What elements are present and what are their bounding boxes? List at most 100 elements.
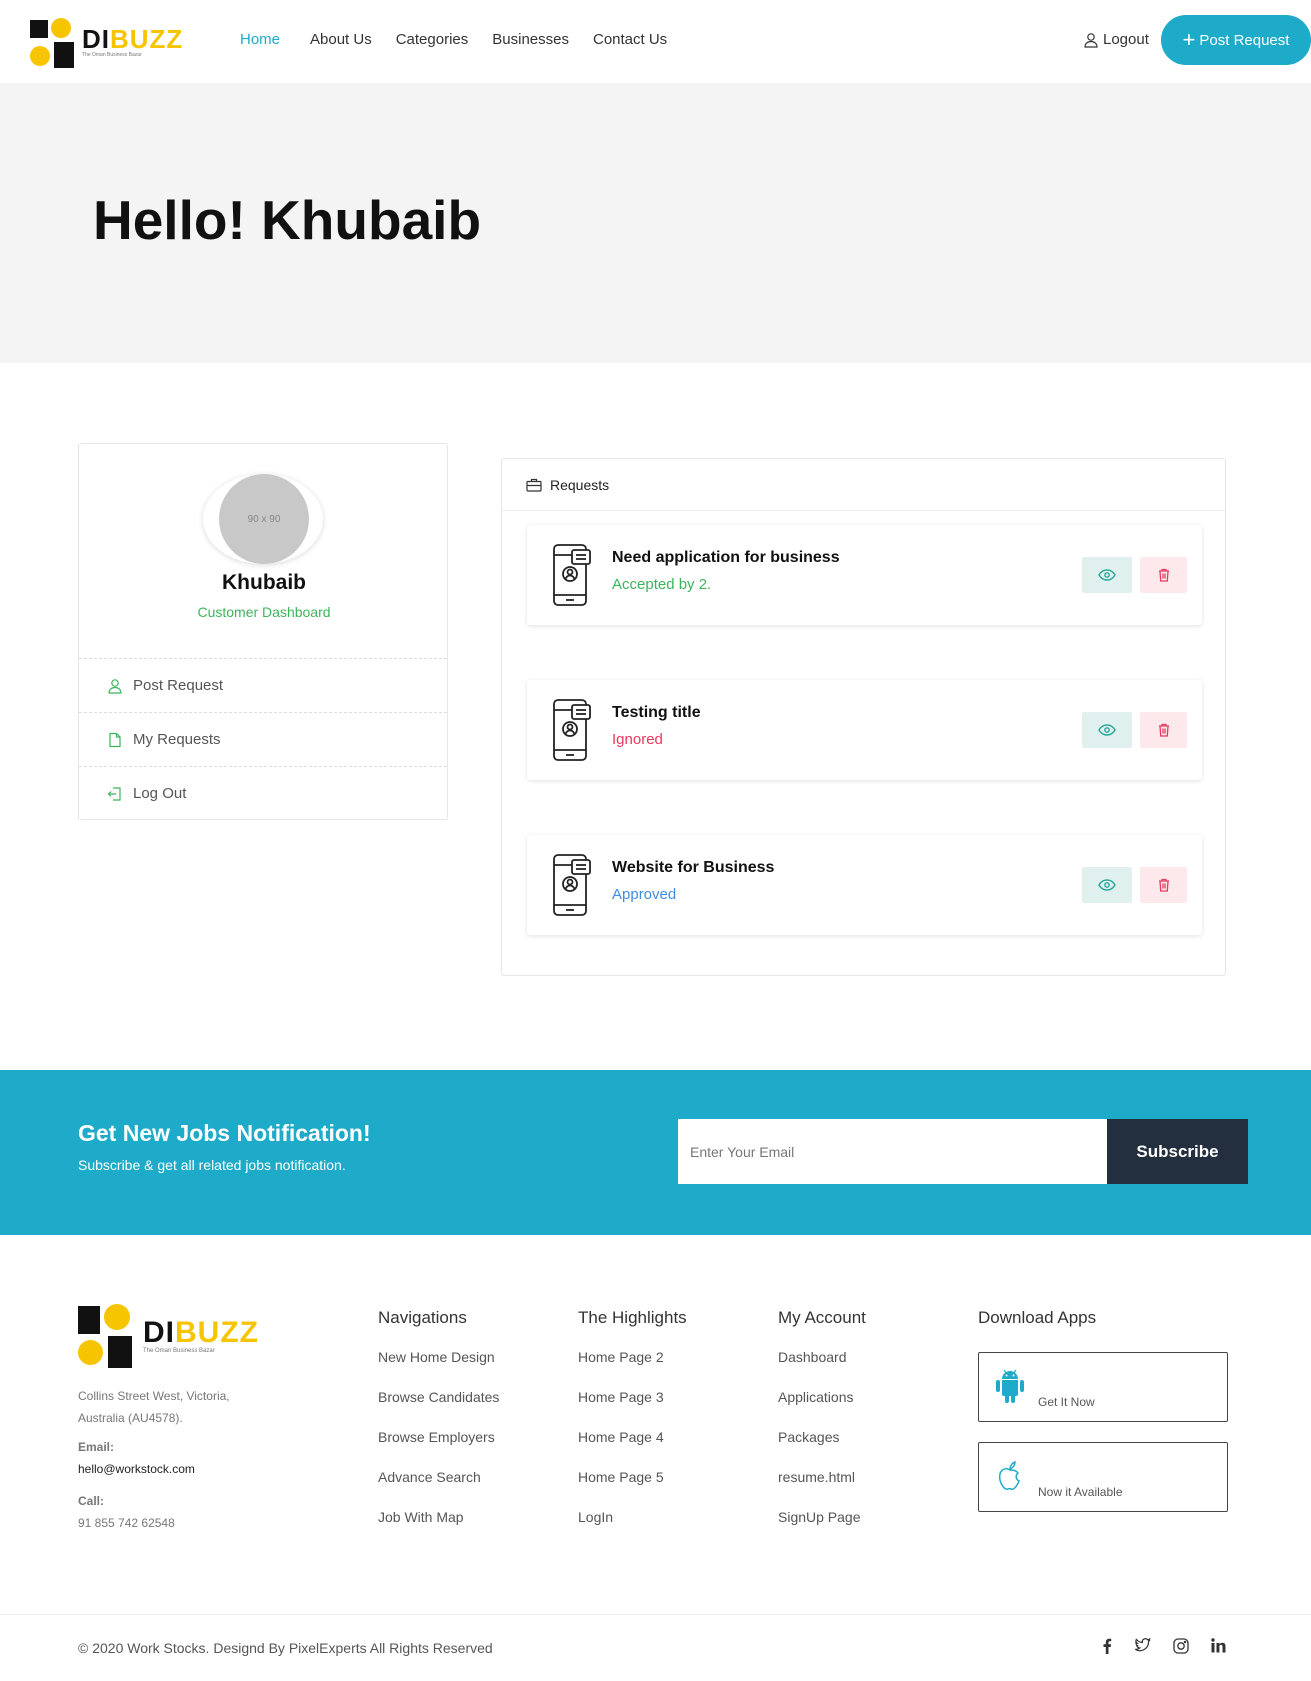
ios-app-button[interactable]: Now it Available bbox=[978, 1442, 1228, 1512]
logo-wordmark: DIBUZZ bbox=[143, 1316, 259, 1349]
footer-link[interactable]: Browse Employers bbox=[378, 1426, 499, 1466]
linkedin-icon[interactable] bbox=[1211, 1638, 1226, 1656]
logout-link[interactable]: Logout bbox=[1083, 31, 1149, 48]
android-app-button[interactable]: Get It Now bbox=[978, 1352, 1228, 1422]
twitter-icon[interactable] bbox=[1134, 1637, 1151, 1655]
menu-item-log-out[interactable]: Log Out bbox=[79, 766, 447, 820]
logo-square bbox=[30, 20, 48, 38]
request-title: Website for Business bbox=[612, 859, 775, 876]
mobile-app-icon bbox=[553, 699, 591, 761]
trash-icon bbox=[1158, 568, 1169, 582]
trash-icon bbox=[1158, 878, 1169, 892]
footer-link[interactable]: Job With Map bbox=[378, 1506, 499, 1546]
logo-square bbox=[54, 42, 74, 68]
view-button[interactable] bbox=[1082, 712, 1132, 748]
delete-button[interactable] bbox=[1140, 867, 1187, 903]
eye-icon bbox=[1098, 569, 1116, 581]
view-button[interactable] bbox=[1082, 867, 1132, 903]
requests-header: Requests bbox=[502, 459, 1225, 511]
footer-link[interactable]: Home Page 3 bbox=[578, 1386, 687, 1426]
request-status: Ignored bbox=[612, 731, 663, 748]
footer-link[interactable]: Packages bbox=[778, 1426, 866, 1466]
mobile-app-icon bbox=[553, 854, 591, 916]
facebook-icon[interactable] bbox=[1102, 1638, 1112, 1657]
user-icon bbox=[108, 678, 122, 694]
post-request-button[interactable]: + Post Request bbox=[1161, 15, 1311, 65]
briefcase-icon bbox=[526, 478, 542, 492]
logo-circle bbox=[104, 1304, 130, 1330]
footer-link[interactable]: Dashboard bbox=[778, 1346, 866, 1386]
footer-link[interactable]: resume.html bbox=[778, 1466, 866, 1506]
nav-contact-us[interactable]: Contact Us bbox=[593, 31, 667, 48]
logout-label: Logout bbox=[1103, 31, 1149, 48]
subscribe-button[interactable]: Subscribe bbox=[1107, 1119, 1248, 1184]
footer-column-my-account: My Account Dashboard Applications Packag… bbox=[778, 1308, 866, 1546]
app-button-label: Get It Now bbox=[1038, 1395, 1095, 1409]
logo-circle bbox=[78, 1340, 103, 1365]
main-nav: Home About Us Categories Businesses Cont… bbox=[240, 31, 691, 48]
footer-link[interactable]: Home Page 5 bbox=[578, 1466, 687, 1506]
nav-categories[interactable]: Categories bbox=[396, 31, 469, 48]
menu-item-post-request[interactable]: Post Request bbox=[79, 658, 447, 712]
footer-email[interactable]: hello@workstock.com bbox=[78, 1462, 195, 1476]
eye-icon bbox=[1098, 879, 1116, 891]
footer-column-highlights: The Highlights Home Page 2 Home Page 3 H… bbox=[578, 1308, 687, 1546]
menu-item-label: Log Out bbox=[133, 785, 187, 802]
footer-column-title: My Account bbox=[778, 1308, 866, 1327]
footer-column-navigations: Navigations New Home Design Browse Candi… bbox=[378, 1308, 499, 1546]
footer-link[interactable]: LogIn bbox=[578, 1506, 687, 1546]
dashboard-menu: Post Request My Requests Log Out bbox=[79, 658, 447, 820]
instagram-icon[interactable] bbox=[1173, 1638, 1189, 1657]
delete-button[interactable] bbox=[1140, 712, 1187, 748]
view-button[interactable] bbox=[1082, 557, 1132, 593]
requests-heading: Requests bbox=[550, 476, 610, 493]
page-title: Hello! Khubaib bbox=[93, 189, 482, 251]
copyright-text: © 2020 Work Stocks. Designd By PixelExpe… bbox=[78, 1640, 493, 1656]
request-title: Testing title bbox=[612, 704, 701, 721]
footer-link[interactable]: Home Page 2 bbox=[578, 1346, 687, 1386]
request-status: Approved bbox=[612, 886, 677, 903]
nav-about-us[interactable]: About Us bbox=[310, 31, 372, 48]
request-card: Testing title Ignored bbox=[527, 680, 1202, 780]
request-card: Need application for business Accepted b… bbox=[527, 525, 1202, 625]
email-input[interactable] bbox=[678, 1119, 1107, 1184]
logo-wordmark: DIBUZZ bbox=[82, 24, 184, 54]
apple-icon bbox=[998, 1460, 1021, 1490]
footer-link[interactable]: Advance Search bbox=[378, 1466, 499, 1506]
footer-phone: 91 855 742 62548 bbox=[78, 1516, 175, 1530]
footer-logo[interactable]: DIBUZZ The Oman Business Bazar bbox=[78, 1304, 258, 1368]
profile-card: 90 x 90 Khubaib Customer Dashboard Post … bbox=[78, 443, 448, 820]
menu-item-label: My Requests bbox=[133, 731, 221, 748]
site-header: DIBUZZ The Oman Business Bazar Home Abou… bbox=[0, 0, 1311, 83]
request-status: Accepted by 2. bbox=[612, 576, 712, 593]
delete-button[interactable] bbox=[1140, 557, 1187, 593]
footer-column-apps: Download Apps bbox=[978, 1308, 1096, 1346]
post-request-label: Post Request bbox=[1199, 31, 1290, 49]
footer-link[interactable]: Browse Candidates bbox=[378, 1386, 499, 1426]
email-label: Email: bbox=[78, 1440, 115, 1454]
nav-businesses[interactable]: Businesses bbox=[492, 31, 569, 48]
trash-icon bbox=[1158, 723, 1169, 737]
footer-column-title: Download Apps bbox=[978, 1308, 1097, 1327]
footer-link[interactable]: Home Page 4 bbox=[578, 1426, 687, 1466]
hero-banner: Hello! Khubaib bbox=[0, 83, 1311, 363]
site-logo[interactable]: DIBUZZ The Oman Business Bazar bbox=[30, 18, 184, 68]
nav-home[interactable]: Home bbox=[240, 31, 280, 48]
footer-column-title: The Highlights bbox=[578, 1308, 687, 1327]
logo-circle bbox=[51, 18, 71, 38]
avatar-frame: 90 x 90 bbox=[203, 474, 323, 564]
avatar: 90 x 90 bbox=[219, 474, 309, 564]
logo-tagline: The Oman Business Bazar bbox=[82, 52, 142, 58]
logo-circle bbox=[30, 46, 50, 66]
android-icon bbox=[996, 1369, 1024, 1403]
footer-link[interactable]: SignUp Page bbox=[778, 1506, 866, 1546]
logo-tagline: The Oman Business Bazar bbox=[143, 1348, 215, 1354]
document-icon bbox=[109, 732, 121, 747]
footer-link[interactable]: Applications bbox=[778, 1386, 866, 1426]
logout-icon bbox=[107, 786, 121, 801]
profile-role: Customer Dashboard bbox=[197, 604, 331, 620]
menu-item-my-requests[interactable]: My Requests bbox=[79, 712, 447, 766]
logo-square bbox=[108, 1336, 132, 1368]
footer-link[interactable]: New Home Design bbox=[378, 1346, 499, 1386]
requests-panel: Requests Need application for business A… bbox=[501, 458, 1226, 976]
